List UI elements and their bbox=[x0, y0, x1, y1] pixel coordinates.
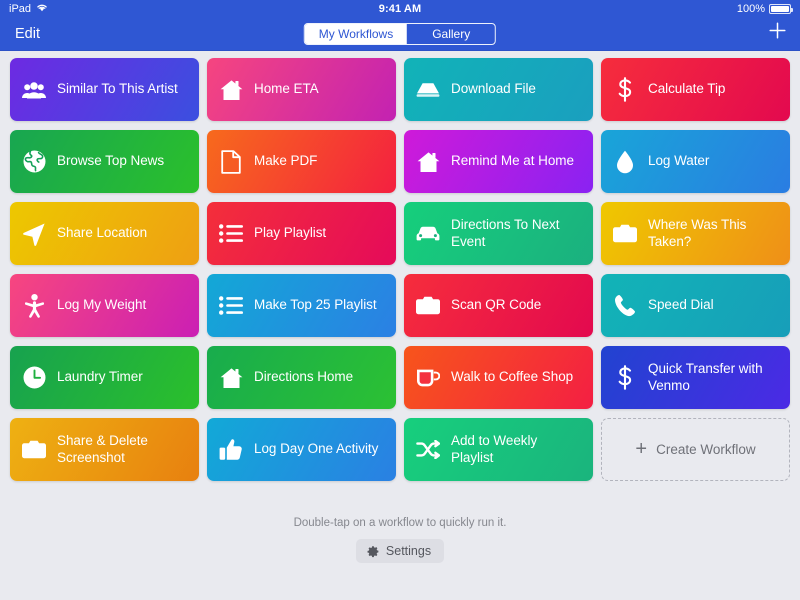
add-workflow-button[interactable] bbox=[768, 21, 787, 47]
gear-icon bbox=[367, 545, 380, 558]
workflow-tile-label: Add to Weekly Playlist bbox=[451, 433, 538, 465]
tab-my-workflows[interactable]: My Workflows bbox=[304, 24, 408, 44]
workflow-grid: Similar To This Artist Home ETA Download F… bbox=[0, 51, 800, 481]
workflow-tile-label: Scan QR Code bbox=[451, 297, 542, 313]
camera-icon bbox=[22, 438, 46, 462]
workflow-tile[interactable]: Walk to Coffee Shop bbox=[404, 346, 593, 409]
workflow-tile-label: Speed Dial bbox=[648, 297, 714, 313]
workflow-tile-label: Log Water bbox=[648, 153, 710, 169]
workflow-tile[interactable]: Directions Home bbox=[207, 346, 396, 409]
workflow-tile[interactable]: Scan QR Code bbox=[404, 274, 593, 337]
workflow-tile[interactable]: Share & Delete Screenshot bbox=[10, 418, 199, 481]
workflow-tile[interactable]: Remind Me at Home bbox=[404, 130, 593, 193]
footer: Double-tap on a workflow to quickly run … bbox=[0, 517, 800, 563]
house-icon bbox=[219, 366, 243, 390]
phone-icon bbox=[613, 294, 637, 318]
workflow-tile-label: Where Was This Taken? bbox=[648, 217, 747, 249]
camera-icon bbox=[613, 222, 637, 246]
status-bar: iPad 9:41 AM 100% bbox=[0, 0, 800, 18]
car-icon bbox=[416, 222, 440, 246]
workflow-tile[interactable]: Browse Top News bbox=[10, 130, 199, 193]
workflow-tile-label: Play Playlist bbox=[254, 225, 327, 241]
battery-percent-label: 100% bbox=[736, 3, 765, 15]
workflow-tile[interactable]: Add to Weekly Playlist bbox=[404, 418, 593, 481]
workflow-tile[interactable]: Make PDF bbox=[207, 130, 396, 193]
workflow-tile-label: Similar To This Artist bbox=[57, 81, 178, 97]
dollar-icon bbox=[613, 365, 637, 390]
droplet-icon bbox=[613, 150, 637, 174]
house-icon bbox=[219, 78, 243, 102]
cup-icon bbox=[416, 366, 440, 390]
workflow-tile-label: Directions Home bbox=[254, 369, 354, 385]
workflow-tile[interactable]: Share Location bbox=[10, 202, 199, 265]
list-icon bbox=[219, 222, 243, 246]
nav-bar: Edit My Workflows Gallery bbox=[0, 18, 800, 51]
workflow-tile[interactable]: Quick Transfer with Venmo bbox=[601, 346, 790, 409]
workflow-tile[interactable]: Where Was This Taken? bbox=[601, 202, 790, 265]
workflow-tile[interactable]: Home ETA bbox=[207, 58, 396, 121]
plus-icon bbox=[769, 22, 786, 39]
wifi-icon bbox=[36, 3, 48, 15]
settings-label: Settings bbox=[385, 544, 432, 558]
workflow-tile[interactable]: Log Water bbox=[601, 130, 790, 193]
workflow-tile[interactable]: Similar To This Artist bbox=[10, 58, 199, 121]
person-icon bbox=[22, 293, 46, 318]
document-icon bbox=[219, 149, 243, 174]
plus-icon: + bbox=[635, 437, 648, 460]
workflow-tile-label: Make Top 25 Playlist bbox=[254, 297, 377, 313]
camera-icon bbox=[416, 294, 440, 318]
status-bar-right: 100% bbox=[736, 3, 793, 15]
battery-full-icon bbox=[769, 4, 793, 14]
clock-icon bbox=[22, 366, 46, 390]
workflow-tile[interactable]: Speed Dial bbox=[601, 274, 790, 337]
workflow-tile[interactable]: Calculate Tip bbox=[601, 58, 790, 121]
workflow-tile-label: Directions To Next Event bbox=[451, 217, 560, 249]
thumbs-up-icon bbox=[219, 438, 243, 462]
status-bar-left: iPad bbox=[9, 3, 48, 15]
workflow-tile[interactable]: Download File bbox=[404, 58, 593, 121]
create-workflow-label: Create Workflow bbox=[656, 442, 756, 457]
workflow-tile[interactable]: Log My Weight bbox=[10, 274, 199, 337]
view-mode-segmented-control[interactable]: My Workflows Gallery bbox=[303, 23, 497, 45]
workflow-tile-label: Browse Top News bbox=[57, 153, 165, 169]
workflow-tile[interactable]: Play Playlist bbox=[207, 202, 396, 265]
workflow-tile-label: Walk to Coffee Shop bbox=[451, 369, 574, 385]
workflow-tile-label: Log Day One Activity bbox=[254, 441, 379, 457]
house-icon bbox=[416, 150, 440, 174]
workflow-tile-label: Quick Transfer with Venmo bbox=[648, 361, 763, 393]
create-workflow-button[interactable]: + Create Workflow bbox=[601, 418, 790, 481]
workflow-tile-label: Share Location bbox=[57, 225, 148, 241]
status-bar-time: 9:41 AM bbox=[378, 3, 422, 15]
workflow-tile-label: Remind Me at Home bbox=[451, 153, 574, 169]
workflow-tile[interactable]: Directions To Next Event bbox=[404, 202, 593, 265]
workflow-tile-label: Log My Weight bbox=[57, 297, 147, 313]
dollar-icon bbox=[613, 77, 637, 102]
disk-icon bbox=[416, 78, 440, 102]
navigation-arrow-icon bbox=[22, 222, 46, 246]
workflow-tile-label: Laundry Timer bbox=[57, 369, 143, 385]
workflow-tile[interactable]: Make Top 25 Playlist bbox=[207, 274, 396, 337]
device-name: iPad bbox=[9, 3, 32, 15]
workflow-tile-label: Share & Delete Screenshot bbox=[57, 433, 148, 465]
workflow-tile-label: Calculate Tip bbox=[648, 81, 726, 97]
people-icon bbox=[22, 78, 46, 102]
double-tap-hint: Double-tap on a workflow to quickly run … bbox=[293, 517, 507, 529]
list-icon bbox=[219, 294, 243, 318]
workflow-tile[interactable]: Log Day One Activity bbox=[207, 418, 396, 481]
settings-button[interactable]: Settings bbox=[355, 539, 445, 563]
workflow-tile[interactable]: Laundry Timer bbox=[10, 346, 199, 409]
tab-gallery[interactable]: Gallery bbox=[407, 24, 495, 44]
globe-icon bbox=[22, 150, 46, 174]
workflow-tile-label: Download File bbox=[451, 81, 536, 97]
shuffle-icon bbox=[416, 438, 440, 462]
workflow-tile-label: Make PDF bbox=[254, 153, 318, 169]
edit-button[interactable]: Edit bbox=[13, 24, 42, 44]
workflow-tile-label: Home ETA bbox=[254, 81, 319, 97]
